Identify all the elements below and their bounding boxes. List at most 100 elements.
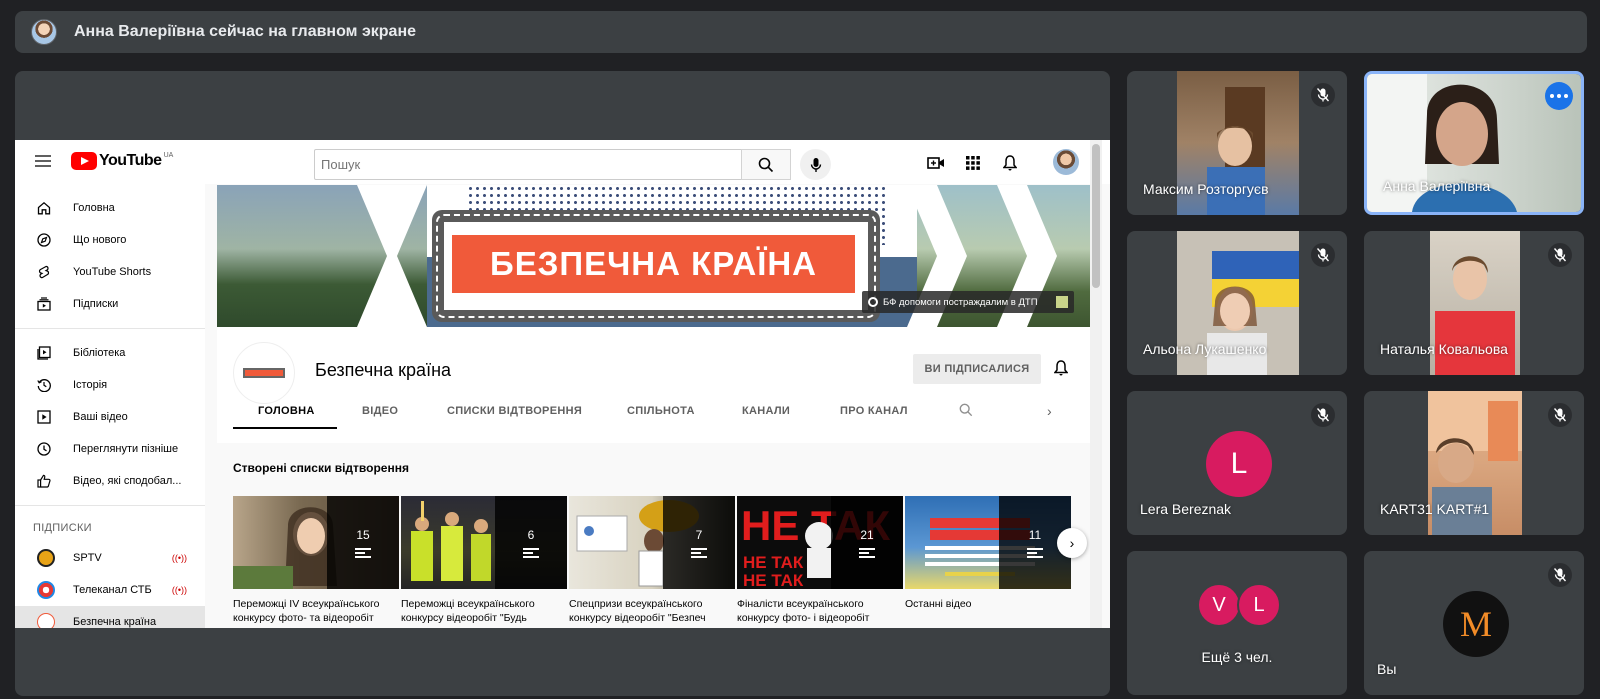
tab-community[interactable]: СПІЛЬНОТА <box>627 405 695 417</box>
youtube-logo[interactable]: YouTube UA <box>71 152 173 170</box>
playlist-title[interactable]: Переможці IV всеукраїнського конкурсу фо… <box>233 597 399 625</box>
search-button[interactable] <box>741 149 791 180</box>
subscription-label: SPTV <box>73 552 102 564</box>
sidebar-item-liked-videos[interactable]: Відео, які сподобал... <box>15 465 205 497</box>
scrollbar-thumb[interactable] <box>1092 144 1100 288</box>
notifications-bell-icon[interactable] <box>999 153 1021 173</box>
playlist-thumbnail[interactable]: НЕ ТАКНЕ ТАКНЕ ТАК 21 <box>737 496 903 589</box>
youtube-logo-text: YouTube <box>99 152 162 169</box>
participant-tile[interactable]: Максим Розторгуєв <box>1127 71 1347 215</box>
sidebar-item-label: Головна <box>73 202 115 214</box>
more-options-button[interactable] <box>1545 82 1573 110</box>
account-avatar[interactable] <box>1053 149 1079 175</box>
presenter-avatar <box>31 19 57 45</box>
participant-tile[interactable]: Альона Лукашенко <box>1127 231 1347 375</box>
playlist-overlay: 6 <box>495 496 567 589</box>
playlist-thumbnail[interactable]: 7 <box>569 496 735 589</box>
sidebar-item-home[interactable]: Головна <box>15 192 205 224</box>
participant-avatar: L <box>1206 431 1272 497</box>
mic-muted-icon <box>1311 243 1335 267</box>
mic-icon <box>810 157 821 172</box>
channel-banner: БЕЗПЕЧНА КРАЇНА БФ допомоги постраждалим… <box>217 185 1091 327</box>
tab-channels[interactable]: КАНАЛИ <box>742 405 790 417</box>
home-icon <box>37 201 51 215</box>
participant-tile[interactable]: Анна Валеріївна <box>1364 71 1584 215</box>
thumbs-up-icon <box>37 474 51 488</box>
sidebar-item-your-videos[interactable]: Ваші відео <box>15 401 205 433</box>
tabs-next-icon[interactable]: › <box>1047 403 1052 419</box>
participant-tile-self[interactable]: M Вы <box>1364 551 1584 695</box>
mic-muted-icon <box>1311 403 1335 427</box>
dot <box>1557 94 1561 98</box>
participant-name: Lera Bereznak <box>1140 501 1232 517</box>
search-input[interactable]: Пошук <box>314 149 742 180</box>
subscribed-button[interactable]: ВИ ПІДПИСАЛИСЯ <box>913 354 1041 384</box>
playlist-thumbnail[interactable]: 11 <box>905 496 1071 589</box>
channel-name: Безпечна країна <box>315 360 452 380</box>
live-icon: ((•)) <box>171 553 187 563</box>
tab-playlists[interactable]: СПИСКИ ВІДТВОРЕННЯ <box>447 405 582 417</box>
subscription-stb[interactable]: Телеканал СТБ ((•)) <box>15 574 205 606</box>
playlist-icon <box>1027 547 1043 558</box>
playlist-card[interactable]: 11 Останні відео <box>905 496 1071 625</box>
playlist-overlay: 7 <box>663 496 735 589</box>
avatar-initial: L <box>1230 447 1248 480</box>
mic-muted-icon <box>1548 243 1572 267</box>
channel-bell-icon[interactable] <box>1051 358 1071 378</box>
playlist-card[interactable]: 7 Спецпризи всеукраїнського конкурсу від… <box>569 496 735 625</box>
sidebar-divider <box>15 505 205 506</box>
sidebar-item-library[interactable]: Бібліотека <box>15 337 205 369</box>
playlist-overlay: 21 <box>831 496 903 589</box>
chevron-right-icon: › <box>1069 535 1075 551</box>
channel-logo-plate <box>243 368 285 378</box>
participant-tile[interactable]: L Lera Bereznak <box>1127 391 1347 535</box>
tab-videos[interactable]: ВІДЕО <box>362 405 398 417</box>
live-icon: ((•)) <box>171 585 187 595</box>
search-icon <box>758 157 774 172</box>
sidebar-item-shorts[interactable]: YouTube Shorts <box>15 256 205 288</box>
sidebar-item-subscriptions[interactable]: Підписки <box>15 288 205 320</box>
playlist-title[interactable]: Переможці всеукраїнського конкурсу відео… <box>401 597 567 625</box>
participant-name: Наталья Ковальова <box>1380 341 1508 357</box>
create-video-icon[interactable] <box>925 153 947 173</box>
sidebar-item-label: Бібліотека <box>73 347 126 359</box>
sidebar-item-history[interactable]: Історія <box>15 369 205 401</box>
playlist-count: 11 <box>1028 527 1042 542</box>
tab-about[interactable]: ПРО КАНАЛ <box>840 405 908 417</box>
mic-muted-icon <box>1548 403 1572 427</box>
apps-grid-icon[interactable] <box>962 153 984 173</box>
participant-tile[interactable]: Наталья Ковальова <box>1364 231 1584 375</box>
library-icon <box>37 346 51 360</box>
menu-icon[interactable] <box>35 155 51 167</box>
shorts-icon <box>37 265 51 279</box>
playlist-thumbnail[interactable]: 6 <box>401 496 567 589</box>
playlist-title[interactable]: Останні відео <box>905 597 1071 625</box>
sidebar-item-label: YouTube Shorts <box>73 266 152 278</box>
participant-tile[interactable]: KART31 KART#1 <box>1364 391 1584 535</box>
channel-search-icon[interactable] <box>959 403 973 422</box>
playlist-card[interactable]: НЕ ТАКНЕ ТАКНЕ ТАК 21 Фіналісти всеукраї… <box>737 496 903 625</box>
voice-search-button[interactable] <box>800 149 831 180</box>
playlist-card[interactable]: 15 Переможці IV всеукраїнського конкурсу… <box>233 496 399 625</box>
playlist-title[interactable]: Фіналісти всеукраїнського конкурсу фото-… <box>737 597 903 625</box>
participant-name: Вы <box>1377 661 1397 677</box>
playlist-title[interactable]: Спецпризи всеукраїнського конкурсу відео… <box>569 597 735 625</box>
playlist-count: 15 <box>356 527 370 542</box>
sidebar-item-watch-later[interactable]: Переглянути пізніше <box>15 433 205 465</box>
tab-home[interactable]: ГОЛОВНА <box>258 405 315 417</box>
subscription-label: Телеканал СТБ <box>73 584 152 596</box>
participant-name: Анна Валеріївна <box>1383 178 1491 194</box>
participant-tile-overflow[interactable]: V L Ещё 3 чел. <box>1127 551 1347 695</box>
playlist-thumbnail[interactable]: 15 <box>233 496 399 589</box>
subscription-bezpechna-kraina[interactable]: Безпечна країна <box>15 606 205 628</box>
subscription-sptv[interactable]: SPTV ((•)) <box>15 542 205 574</box>
your-videos-icon <box>37 410 51 424</box>
dot <box>1550 94 1554 98</box>
youtube-masthead: YouTube UA Пошук <box>15 140 1110 184</box>
svg-text:НЕ ТАК: НЕ ТАК <box>743 553 804 572</box>
banner-link[interactable]: БФ допомоги постраждалим в ДТП <box>862 291 1074 313</box>
carousel-next-button[interactable]: › <box>1057 528 1087 558</box>
subscriptions-header: ПІДПИСКИ <box>33 522 92 534</box>
playlist-card[interactable]: 6 Переможці всеукраїнського конкурсу від… <box>401 496 567 625</box>
sidebar-item-explore[interactable]: Що нового <box>15 224 205 256</box>
